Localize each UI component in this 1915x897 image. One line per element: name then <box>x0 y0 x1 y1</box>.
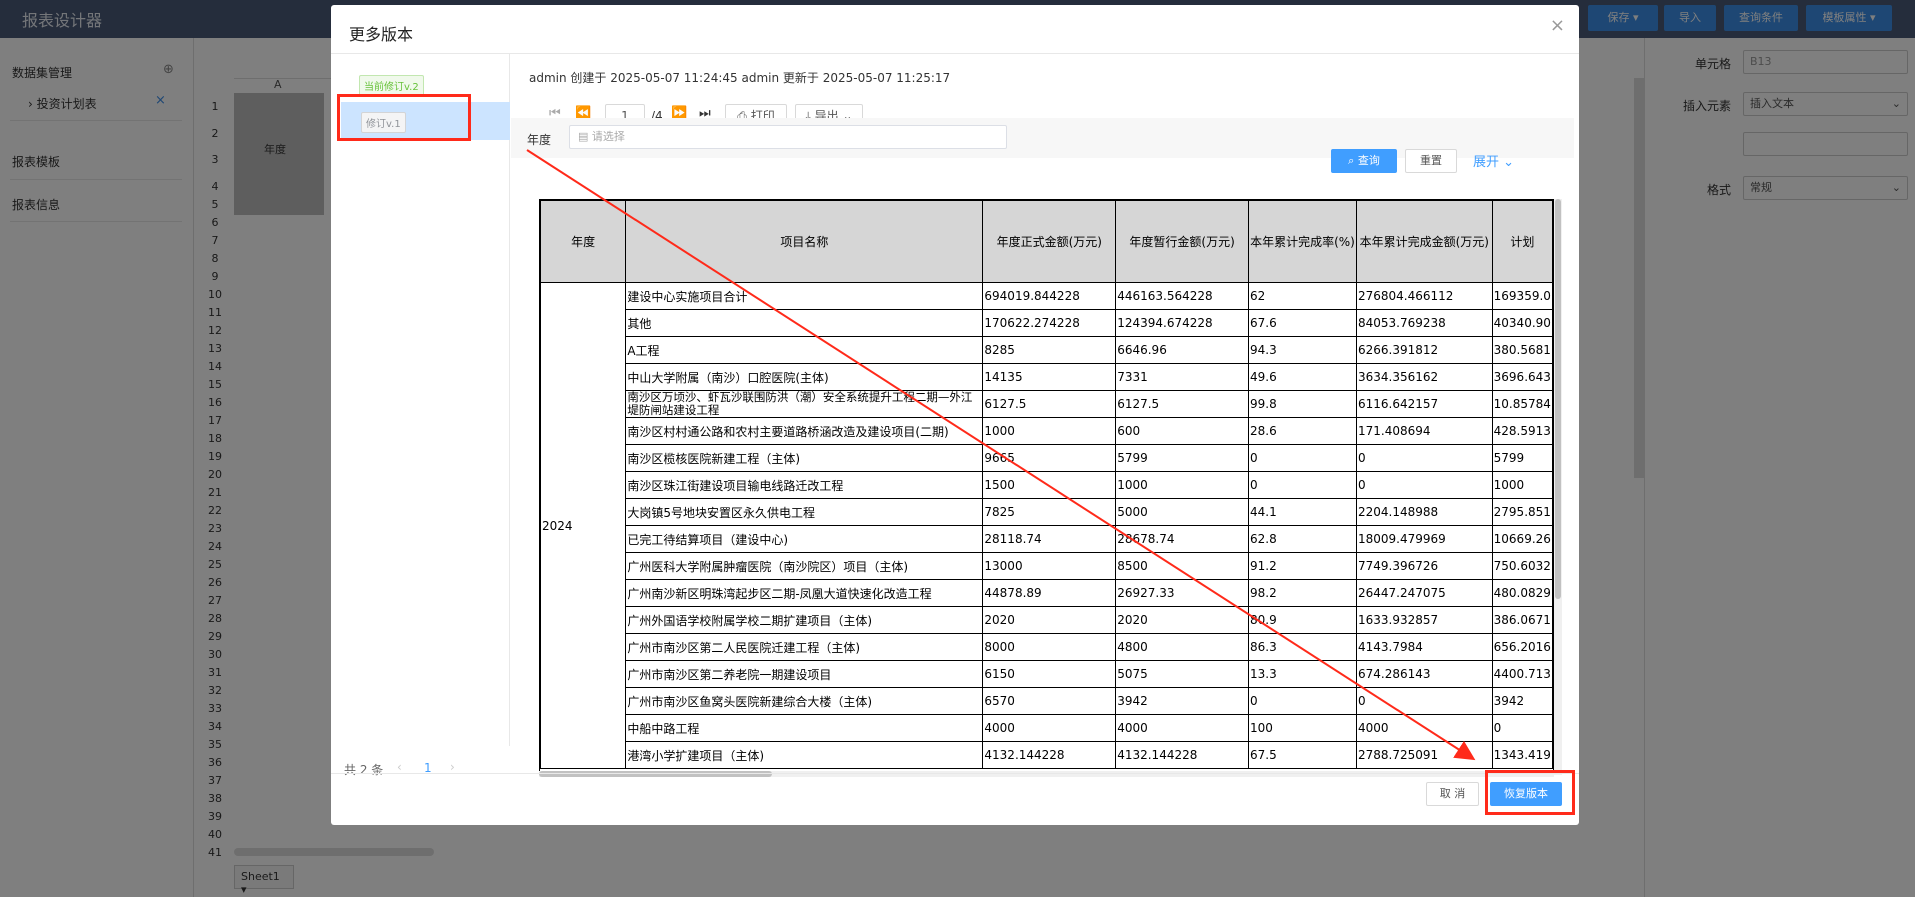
annotation-arrow <box>526 149 1476 761</box>
